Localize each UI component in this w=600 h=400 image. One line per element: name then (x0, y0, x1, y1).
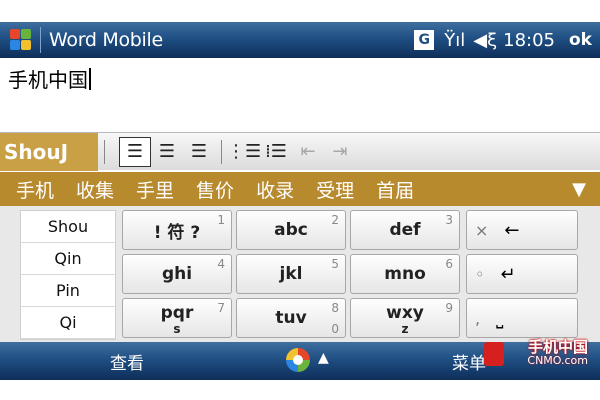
key-7[interactable]: pqr s 7 (122, 298, 232, 338)
right-softkey[interactable]: 菜单 (452, 349, 486, 374)
key-number: 6 (445, 257, 453, 271)
key-number: 8 (331, 301, 339, 315)
candidate-word[interactable]: 手机 (16, 176, 54, 203)
key-number: 2 (331, 213, 339, 227)
ime-mode-badge[interactable]: ShouJ (0, 132, 98, 171)
key-mark: ◦ (475, 264, 485, 284)
key-number: 1 (217, 213, 225, 227)
key-mark: , (475, 308, 481, 328)
watermark-sub: CNMO.com (527, 354, 588, 367)
backspace-icon: ← (504, 219, 520, 241)
numbered-list-icon[interactable]: ⋮☰ (227, 137, 261, 167)
key-sub-number: 0 (331, 322, 339, 336)
backspace-key[interactable]: × ← (466, 210, 578, 250)
increase-indent-icon[interactable]: ⇥ (324, 137, 356, 167)
key-9[interactable]: wxy z 9 (350, 298, 460, 338)
signal-icon[interactable]: Ÿıl (444, 30, 465, 51)
expand-candidates-icon[interactable]: ▼ (572, 179, 586, 200)
enter-icon: ↵ (500, 263, 516, 285)
keypad: Shou Qin Pin Qi ! 符 ? 1 abc 2 def 3 × ← … (0, 206, 600, 342)
pinyin-option[interactable]: Qi (21, 307, 115, 339)
key-number: 9 (445, 301, 453, 315)
volume-icon[interactable]: ◀ξ (473, 30, 497, 51)
document-text: 手机中国 (8, 68, 88, 92)
space-icon: ⎵ (496, 307, 504, 329)
key-8[interactable]: tuv 8 0 (236, 298, 346, 338)
key-label: mno (384, 264, 426, 284)
clock[interactable]: 18:05 (503, 30, 555, 51)
align-left-icon[interactable]: ☰ (119, 136, 151, 167)
key-mark: × (475, 220, 489, 240)
left-softkey[interactable]: 查看 (110, 349, 144, 374)
space-key[interactable]: , ⎵ (466, 298, 578, 338)
key-sub-label: s (173, 322, 181, 336)
key-label: wxy (386, 303, 424, 323)
pinyin-option[interactable]: Shou (21, 211, 115, 243)
formatting-toolbar: ShouJ ☰ ☰ ☰ ⋮☰ ⁞☰ ⇤ ⇥ (0, 132, 600, 171)
candidate-bar: 手机 收集 手里 售价 收录 受理 首届 ▼ (0, 172, 600, 206)
candidate-word[interactable]: 手里 (136, 176, 174, 203)
candidate-word[interactable]: 售价 (196, 176, 234, 203)
key-label: tuv (275, 308, 307, 328)
toolbar-separator (221, 139, 222, 164)
input-panel-icon[interactable] (286, 348, 310, 372)
toolbar-separator (104, 139, 105, 164)
text-caret (89, 68, 91, 90)
key-label: jkl (279, 264, 303, 284)
title-separator (40, 27, 41, 53)
candidate-word[interactable]: 收录 (256, 176, 294, 203)
pinyin-option[interactable]: Pin (21, 275, 115, 307)
key-6[interactable]: mno 6 (350, 254, 460, 294)
key-number: 3 (445, 213, 453, 227)
document-area[interactable]: 手机中国 (0, 58, 600, 132)
key-number: 5 (331, 257, 339, 271)
input-panel-arrow-icon[interactable]: ▲ (318, 350, 329, 366)
key-label: ! 符 ? (153, 222, 201, 243)
pinyin-list: Shou Qin Pin Qi (20, 210, 116, 340)
candidate-word[interactable]: 收集 (76, 176, 114, 203)
key-4[interactable]: ghi 4 (122, 254, 232, 294)
decrease-indent-icon[interactable]: ⇤ (292, 137, 324, 167)
pinyin-option[interactable]: Qin (21, 243, 115, 275)
app-title: Word Mobile (49, 29, 163, 51)
key-2[interactable]: abc 2 (236, 210, 346, 250)
ok-button[interactable]: ok (569, 30, 592, 50)
gprs-indicator[interactable]: G (414, 30, 435, 50)
candidate-word[interactable]: 受理 (316, 176, 354, 203)
key-sub-label: z (401, 322, 409, 336)
key-number: 4 (217, 257, 225, 271)
key-5[interactable]: jkl 5 (236, 254, 346, 294)
start-windows-icon[interactable] (4, 22, 38, 58)
watermark-logo-icon (484, 342, 504, 366)
candidate-word[interactable]: 首届 (376, 176, 414, 203)
watermark: 手机中国 CNMO.com (484, 336, 590, 370)
bullet-list-icon[interactable]: ⁞☰ (260, 137, 292, 167)
title-bar: Word Mobile G Ÿıl ◀ξ 18:05 ok (0, 22, 600, 58)
status-area: G Ÿıl ◀ξ 18:05 ok (414, 22, 600, 58)
key-label: abc (274, 220, 308, 240)
document-text-line[interactable]: 手机中国 (8, 64, 91, 93)
key-number: 7 (217, 301, 225, 315)
key-1[interactable]: ! 符 ? 1 (122, 210, 232, 250)
key-label: pqr (160, 303, 194, 323)
align-center-icon[interactable]: ☰ (151, 137, 183, 167)
key-label: def (389, 220, 421, 240)
key-label: ghi (161, 264, 193, 284)
key-3[interactable]: def 3 (350, 210, 460, 250)
enter-key[interactable]: ◦ ↵ (466, 254, 578, 294)
align-right-icon[interactable]: ☰ (183, 137, 215, 167)
